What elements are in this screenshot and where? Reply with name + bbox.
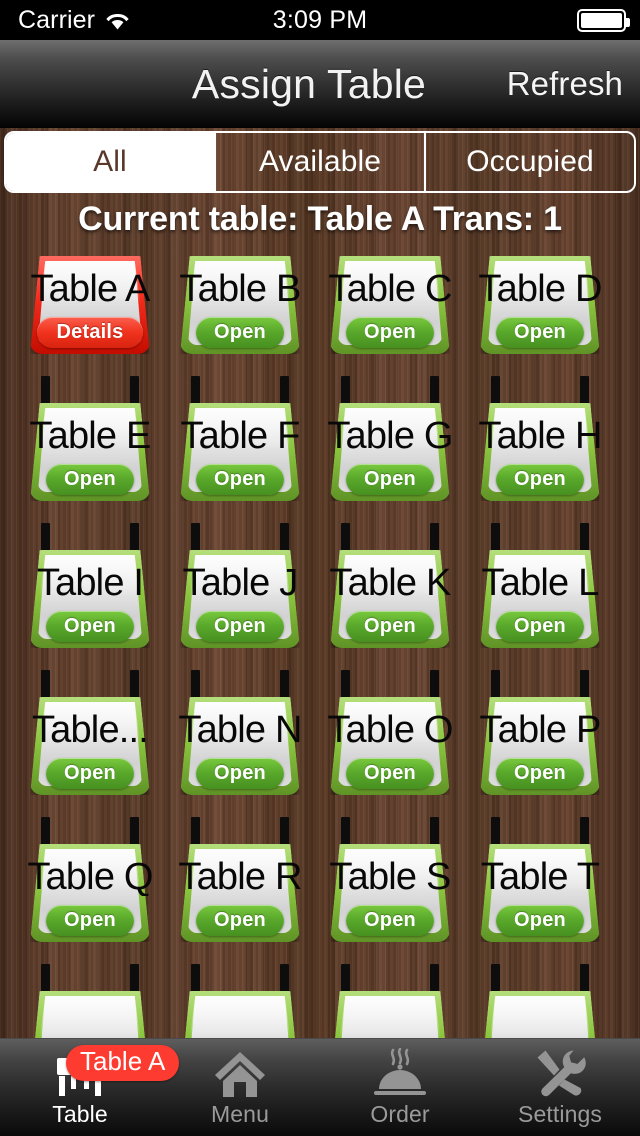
table-leg-left [341,964,350,992]
table-status-button[interactable]: Open [496,905,584,936]
tab-menu-label: Menu [211,1100,269,1127]
table-leg-left [191,376,200,404]
table-status-button[interactable]: Open [196,905,284,936]
table-leg-right [430,964,439,992]
table-status-button[interactable]: Open [346,611,434,642]
table-status-button[interactable]: Open [496,758,584,789]
table-leg-right [430,670,439,698]
tab-order-label: Order [370,1100,430,1127]
table-grid: Table A Details Table B Open Table C Open Tabl… [0,256,640,1136]
tab-settings-label: Settings [518,1100,602,1127]
house-icon [214,1048,266,1098]
tab-settings[interactable]: Settings [480,1039,640,1136]
table-leg-left [491,817,500,845]
table-card[interactable]: Table H Open [465,403,615,551]
table-leg-left [491,670,500,698]
table-leg-right [280,376,289,404]
table-leg-right [430,523,439,551]
table-leg-left [41,670,50,698]
tab-table[interactable]: Table A Table [0,1039,180,1136]
table-status-button[interactable]: Open [496,464,584,495]
segment-occupied[interactable]: Occupied [424,133,634,191]
battery-full-icon [577,8,630,32]
table-leg-left [341,523,350,551]
status-bar-right [577,0,630,40]
tab-table-label: Table [52,1100,108,1127]
main-content: All Available Occupied Current table: Ta… [0,128,640,1136]
table-leg-left [191,670,200,698]
navigation-bar: Assign Table Refresh [0,40,640,128]
table-status-button[interactable]: Open [46,611,134,642]
table-status-button[interactable]: Open [46,905,134,936]
table-leg-left [41,817,50,845]
table-leg-right [580,817,589,845]
table-status-button[interactable]: Open [346,464,434,495]
table-leg-right [430,817,439,845]
table-name-label: Table H [478,417,602,455]
table-name-label: Table D [478,270,602,308]
table-card[interactable]: Table D Open [465,256,615,404]
table-leg-right [280,523,289,551]
table-leg-right [280,964,289,992]
tab-order[interactable]: Order [320,1039,480,1136]
table-card[interactable]: Table L Open [465,550,615,698]
table-name-label: Table P [479,711,601,749]
table-status-button[interactable]: Details [37,317,143,348]
table-leg-left [341,376,350,404]
cloche-icon [371,1047,429,1098]
segment-available[interactable]: Available [214,133,424,191]
current-table-status: Current table: Table A Trans: 1 [78,200,562,238]
table-status-button[interactable]: Open [346,317,434,348]
table-leg-left [191,964,200,992]
table-leg-right [580,964,589,992]
table-card[interactable]: Table P Open [465,697,615,845]
table-leg-left [341,817,350,845]
table-status-button[interactable]: Open [196,758,284,789]
table-leg-right [130,817,139,845]
refresh-button[interactable]: Refresh [507,40,623,128]
table-badge: Table A [66,1045,180,1081]
app-screen: Carrier 3:09 PM Assign Table Refresh All… [0,0,640,1136]
status-bar-clock: 3:09 PM [272,5,368,34]
table-leg-left [491,523,500,551]
table-status-button[interactable]: Open [196,611,284,642]
table-leg-left [491,376,500,404]
table-leg-right [280,670,289,698]
table-name-label: Table T [480,858,600,896]
filter-segmented-control[interactable]: All Available Occupied [4,131,636,193]
table-leg-left [341,670,350,698]
table-status-button[interactable]: Open [46,464,134,495]
table-leg-left [41,376,50,404]
table-status-button[interactable]: Open [346,758,434,789]
table-status-button[interactable]: Open [346,905,434,936]
table-leg-right [430,376,439,404]
table-leg-right [580,523,589,551]
table-name-label: Table L [481,564,600,602]
table-status-button[interactable]: Open [496,317,584,348]
table-leg-right [580,376,589,404]
tab-menu[interactable]: Menu [160,1039,320,1136]
table-leg-left [41,523,50,551]
segment-all[interactable]: All [6,133,214,191]
table-status-button[interactable]: Open [196,464,284,495]
tools-icon [533,1048,587,1098]
table-status-button[interactable]: Open [496,611,584,642]
table-leg-left [41,964,50,992]
table-leg-right [130,376,139,404]
table-leg-right [280,817,289,845]
table-status-button[interactable]: Open [46,758,134,789]
status-bar: Carrier 3:09 PM [0,0,640,40]
tab-bar: Table A Table Menu Order Settings [0,1038,640,1136]
table-leg-right [130,523,139,551]
table-leg-left [191,817,200,845]
table-leg-right [130,670,139,698]
table-leg-left [491,964,500,992]
table-leg-right [130,964,139,992]
table-leg-left [191,523,200,551]
table-leg-right [580,670,589,698]
battery-fill [581,12,622,28]
table-card[interactable]: Table T Open [465,844,615,992]
table-status-button[interactable]: Open [196,317,284,348]
